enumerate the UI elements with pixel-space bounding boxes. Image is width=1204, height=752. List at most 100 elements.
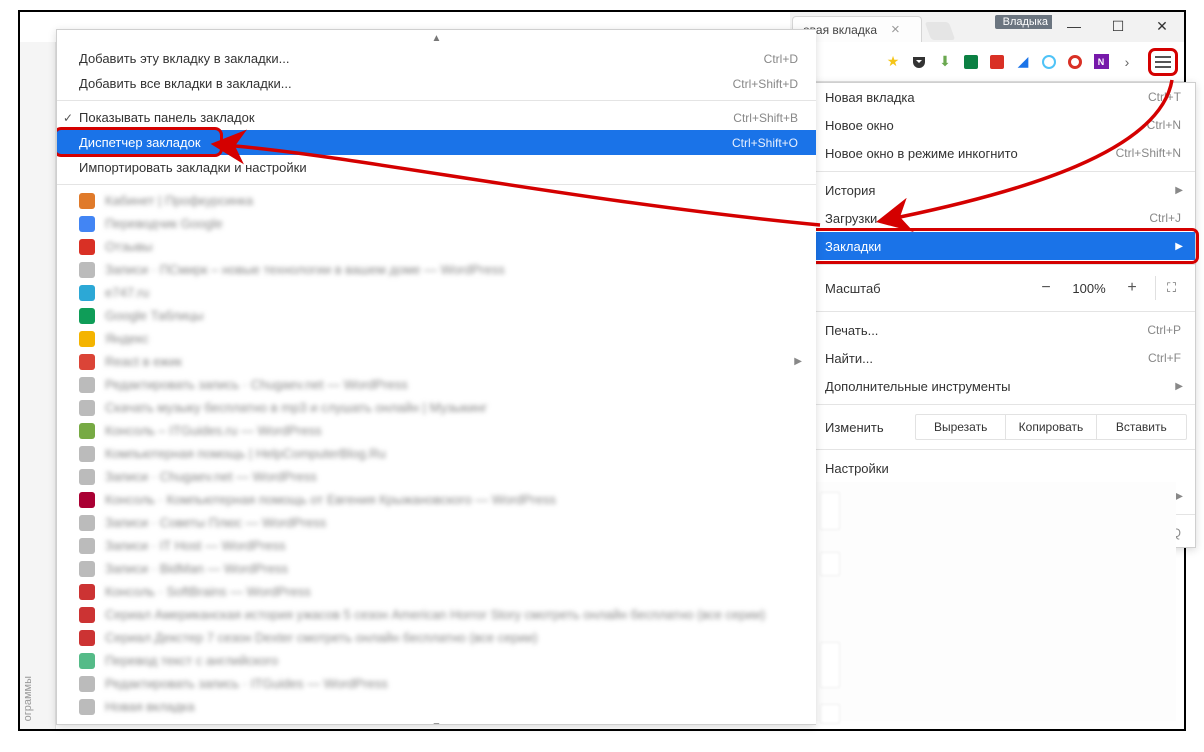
menu-label: Добавить все вкладки в закладки... bbox=[79, 76, 292, 91]
bookmark-title: Редактировать запись · Chugaev.net — Wor… bbox=[105, 377, 408, 392]
menu-new-window[interactable]: Новое окно Ctrl+N bbox=[811, 111, 1195, 139]
favicon bbox=[79, 676, 95, 692]
favicon bbox=[79, 699, 95, 715]
bookmark-item[interactable]: Сериал Декстер 7 сезон Dexter смотреть о… bbox=[57, 626, 816, 649]
paste-button[interactable]: Вставить bbox=[1096, 415, 1186, 439]
ext-red-icon[interactable] bbox=[986, 51, 1008, 73]
page-background bbox=[810, 482, 1176, 721]
favicon bbox=[79, 630, 95, 646]
cut-button[interactable]: Вырезать bbox=[916, 415, 1005, 439]
window-minimize-button[interactable]: — bbox=[1052, 12, 1096, 40]
menu-incognito[interactable]: Новое окно в режиме инкогнито Ctrl+Shift… bbox=[811, 139, 1195, 167]
bookmark-title: Редактировать запись · ITGuides — WordPr… bbox=[105, 676, 388, 691]
menu-label: Печать... bbox=[825, 323, 878, 338]
bookmarks-submenu: ▲ Добавить эту вкладку в закладки... Ctr… bbox=[56, 29, 816, 725]
bookmark-title: Консоль · Компьютерная помощь от Евгения… bbox=[105, 492, 556, 507]
menu-shortcut: Ctrl+Shift+D bbox=[733, 77, 798, 91]
bookmark-item[interactable]: Кабинет | Профкурсинка bbox=[57, 189, 816, 212]
favicon bbox=[79, 377, 95, 393]
bookmark-item[interactable]: Записи · ПСмирк – новые технологии в ваш… bbox=[57, 258, 816, 281]
profile-badge[interactable]: Владыка bbox=[995, 15, 1056, 29]
copy-button[interactable]: Копировать bbox=[1005, 415, 1095, 439]
menu-label: Закладки bbox=[825, 239, 881, 254]
bookmark-item[interactable]: Консоль · SoftBrains — WordPress bbox=[57, 580, 816, 603]
window-maximize-button[interactable]: ☐ bbox=[1096, 12, 1140, 40]
bookmark-item[interactable]: React в ежик▶ bbox=[57, 350, 816, 373]
bookmark-item[interactable]: Перевод текст с английского bbox=[57, 649, 816, 672]
menu-history[interactable]: История ▶ bbox=[811, 176, 1195, 204]
bookmark-item[interactable]: Отзывы bbox=[57, 235, 816, 258]
menu-print[interactable]: Печать... Ctrl+P bbox=[811, 316, 1195, 344]
ext-green-icon[interactable] bbox=[960, 51, 982, 73]
menu-more-tools[interactable]: Дополнительные инструменты ▶ bbox=[811, 372, 1195, 400]
ext-circle-icon[interactable] bbox=[1038, 51, 1060, 73]
chrome-main-menu: Новая вкладка Ctrl+T Новое окно Ctrl+N Н… bbox=[810, 82, 1196, 548]
menu-downloads[interactable]: Загрузки Ctrl+J bbox=[811, 204, 1195, 232]
bookmark-title: Консоль · SoftBrains — WordPress bbox=[105, 584, 311, 599]
menu-find[interactable]: Найти... Ctrl+F bbox=[811, 344, 1195, 372]
bookmark-item[interactable]: Новая вкладка bbox=[57, 695, 816, 718]
bookmark-item[interactable]: Записи · BidMan — WordPress bbox=[57, 557, 816, 580]
menu-shortcut: Ctrl+P bbox=[1147, 323, 1181, 337]
window-controls: — ☐ ✕ bbox=[1052, 12, 1184, 40]
menu-label: Импортировать закладки и настройки bbox=[79, 160, 307, 175]
bookmark-title: Переводчик Google bbox=[105, 216, 223, 231]
bm-import[interactable]: Импортировать закладки и настройки bbox=[57, 155, 816, 180]
zoom-out-button[interactable]: − bbox=[1029, 274, 1063, 302]
pocket-icon[interactable] bbox=[908, 51, 930, 73]
bookmark-item[interactable]: Переводчик Google bbox=[57, 212, 816, 235]
bm-show-bar[interactable]: Показывать панель закладок Ctrl+Shift+B bbox=[57, 105, 816, 130]
overflow-chevron-icon[interactable]: › bbox=[1116, 51, 1138, 73]
bookmark-title: Записи · BidMan — WordPress bbox=[105, 561, 288, 576]
bookmark-item[interactable]: Сериал Американская история ужасов 5 сез… bbox=[57, 603, 816, 626]
bookmark-item[interactable]: Редактировать запись · ITGuides — WordPr… bbox=[57, 672, 816, 695]
menu-separator bbox=[57, 184, 816, 185]
tab-close-icon[interactable]: × bbox=[891, 22, 900, 37]
download-icon[interactable]: ⬇ bbox=[934, 51, 956, 73]
chrome-menu-button[interactable] bbox=[1148, 48, 1178, 76]
ext-triangle-icon[interactable]: ◢ bbox=[1012, 51, 1034, 73]
bookmark-item[interactable]: Записи · IT Host — WordPress bbox=[57, 534, 816, 557]
bookmark-item[interactable]: Записи · Chugaev.net — WordPress bbox=[57, 465, 816, 488]
bookmark-item[interactable]: Консоль · Компьютерная помощь от Евгения… bbox=[57, 488, 816, 511]
scroll-down-arrow[interactable]: ▼ bbox=[57, 718, 816, 725]
onenote-icon[interactable]: N bbox=[1090, 51, 1112, 73]
window-close-button[interactable]: ✕ bbox=[1140, 12, 1184, 40]
new-tab-button[interactable] bbox=[925, 22, 956, 40]
star-icon[interactable]: ★ bbox=[882, 51, 904, 73]
bookmark-item[interactable]: Консоль – ITGuides.ru — WordPress bbox=[57, 419, 816, 442]
bookmark-item[interactable]: Редактировать запись · Chugaev.net — Wor… bbox=[57, 373, 816, 396]
submenu-arrow-icon: ▶ bbox=[1175, 241, 1183, 252]
fullscreen-button[interactable]: ⛶ bbox=[1155, 276, 1187, 300]
zoom-in-button[interactable]: + bbox=[1115, 274, 1149, 302]
background-window-edge: ограммы bbox=[20, 42, 56, 729]
bm-bookmark-manager[interactable]: Диспетчер закладок Ctrl+Shift+O bbox=[57, 130, 816, 155]
bookmark-title: Отзывы bbox=[105, 239, 153, 254]
bookmark-item[interactable]: Компьютерная помощь | HelpComputerBlog.R… bbox=[57, 442, 816, 465]
favicon bbox=[79, 193, 95, 209]
menu-label: Настройки bbox=[825, 461, 889, 476]
bookmark-title: e747.ru bbox=[105, 285, 149, 300]
bookmark-item[interactable]: Скачать музыку бесплатно в mp3 и слушать… bbox=[57, 396, 816, 419]
favicon bbox=[79, 469, 95, 485]
menu-label: Новое окно bbox=[825, 118, 894, 133]
opera-icon[interactable] bbox=[1064, 51, 1086, 73]
bm-add-this-tab[interactable]: Добавить эту вкладку в закладки... Ctrl+… bbox=[57, 46, 816, 71]
bookmark-item[interactable]: e747.ru bbox=[57, 281, 816, 304]
menu-bookmarks[interactable]: Закладки ▶ bbox=[811, 232, 1195, 260]
menu-settings[interactable]: Настройки bbox=[811, 454, 1195, 482]
menu-shortcut: Ctrl+N bbox=[1147, 118, 1181, 132]
bookmark-title: Кабинет | Профкурсинка bbox=[105, 193, 253, 208]
scroll-up-arrow[interactable]: ▲ bbox=[57, 30, 816, 46]
bookmark-item[interactable]: Записи · Советы Плюс — WordPress bbox=[57, 511, 816, 534]
bookmark-item[interactable]: Google Таблицы bbox=[57, 304, 816, 327]
bm-add-all-tabs[interactable]: Добавить все вкладки в закладки... Ctrl+… bbox=[57, 71, 816, 96]
bookmark-title: Новая вкладка bbox=[105, 699, 195, 714]
submenu-arrow-icon: ▶ bbox=[1175, 491, 1183, 502]
bookmark-title: Яндекс bbox=[105, 331, 149, 346]
bookmark-item[interactable]: Яндекс bbox=[57, 327, 816, 350]
menu-zoom: Масштаб − 100% + ⛶ bbox=[811, 269, 1195, 307]
menu-new-tab[interactable]: Новая вкладка Ctrl+T bbox=[811, 83, 1195, 111]
favicon bbox=[79, 354, 95, 370]
bookmark-title: Компьютерная помощь | HelpComputerBlog.R… bbox=[105, 446, 386, 461]
